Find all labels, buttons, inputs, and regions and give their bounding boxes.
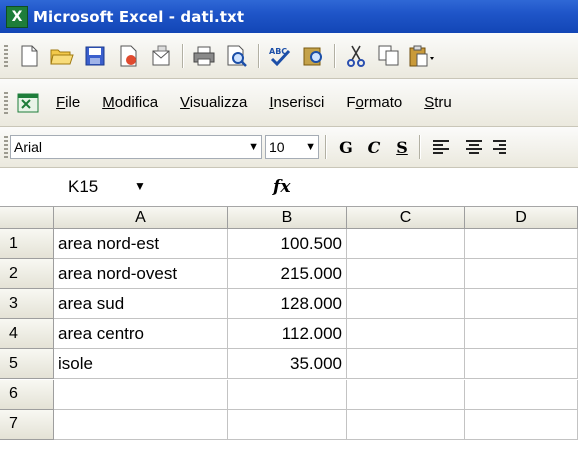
row-header-1[interactable]: 1: [0, 229, 54, 260]
cell-d7[interactable]: [465, 409, 578, 440]
toolbar-grip[interactable]: [4, 91, 8, 114]
menu-visualizza[interactable]: Visualizza: [180, 94, 247, 111]
toolbar-grip[interactable]: [4, 44, 8, 67]
menu-modifica[interactable]: Modifica: [102, 94, 158, 111]
menu-formato[interactable]: Formato: [346, 94, 402, 111]
row-header-7[interactable]: 7: [0, 409, 54, 440]
cell-d1[interactable]: [465, 229, 578, 260]
paste-icon[interactable]: [407, 41, 437, 71]
cell-a4[interactable]: area centro: [54, 319, 228, 350]
cell-d3[interactable]: [465, 289, 578, 320]
name-box[interactable]: K15 ▼: [0, 168, 160, 206]
open-icon[interactable]: [47, 41, 77, 71]
font-name-select[interactable]: Arial ▼: [10, 135, 262, 159]
cut-icon[interactable]: [341, 41, 371, 71]
formula-input[interactable]: [290, 168, 578, 206]
column-header-b[interactable]: B: [228, 207, 347, 229]
research-icon[interactable]: [298, 41, 328, 71]
chevron-down-icon[interactable]: ▼: [305, 141, 316, 153]
toolbar-separator: [258, 43, 259, 68]
font-size-value: 10: [269, 139, 285, 155]
column-header-a[interactable]: A: [54, 207, 228, 229]
toolbar-separator: [419, 135, 420, 159]
copy-icon[interactable]: [374, 41, 404, 71]
formula-bar: K15 ▼ fx: [0, 168, 578, 207]
cell-c6[interactable]: [347, 379, 465, 410]
cell-a6[interactable]: [54, 379, 228, 410]
window-title: Microsoft Excel - dati.txt: [33, 7, 245, 26]
cell-c5[interactable]: [347, 349, 465, 380]
permission-icon[interactable]: [113, 41, 143, 71]
cell-b1[interactable]: 100.500: [228, 229, 347, 260]
formatting-toolbar: Arial ▼ 10 ▼ G C S: [0, 127, 578, 168]
save-icon[interactable]: [80, 41, 110, 71]
toolbar-grip[interactable]: [4, 136, 8, 158]
toolbar-separator: [182, 43, 183, 68]
name-box-value: K15: [68, 177, 99, 196]
align-center-icon[interactable]: [459, 132, 489, 162]
menu-file[interactable]: File: [56, 94, 80, 111]
cell-c3[interactable]: [347, 289, 465, 320]
cell-b4[interactable]: 112.000: [228, 319, 347, 350]
underline-button[interactable]: S: [388, 138, 416, 157]
toolbar-separator: [325, 135, 326, 159]
italic-button[interactable]: C: [360, 138, 388, 157]
cell-a7[interactable]: [54, 409, 228, 440]
chevron-down-icon[interactable]: ▼: [134, 179, 146, 193]
cell-a1[interactable]: area nord-est: [54, 229, 228, 260]
excel-app-icon[interactable]: X: [6, 5, 28, 28]
standard-toolbar: ABC: [0, 33, 578, 79]
cell-d2[interactable]: [465, 259, 578, 290]
workbook-icon[interactable]: [14, 88, 44, 118]
font-size-select[interactable]: 10 ▼: [265, 135, 319, 159]
menu-strumenti[interactable]: Stru: [424, 94, 452, 111]
cell-a5[interactable]: isole: [54, 349, 228, 380]
row-header-4[interactable]: 4: [0, 319, 54, 350]
column-header-c[interactable]: C: [347, 207, 465, 229]
cell-d6[interactable]: [465, 379, 578, 410]
cell-b2[interactable]: 215.000: [228, 259, 347, 290]
cell-a2[interactable]: area nord-ovest: [54, 259, 228, 290]
select-all-corner[interactable]: [0, 207, 54, 229]
align-left-icon[interactable]: [426, 132, 456, 162]
new-icon[interactable]: [14, 41, 44, 71]
cell-c7[interactable]: [347, 409, 465, 440]
row-header-6[interactable]: 6: [0, 379, 54, 410]
cell-b3[interactable]: 128.000: [228, 289, 347, 320]
cell-d5[interactable]: [465, 349, 578, 380]
menu-inserisci[interactable]: Inserisci: [269, 94, 324, 111]
cell-b6[interactable]: [228, 379, 347, 410]
align-right-icon[interactable]: [492, 132, 506, 162]
cell-c1[interactable]: [347, 229, 465, 260]
email-icon[interactable]: [146, 41, 176, 71]
cell-c4[interactable]: [347, 319, 465, 350]
font-name-value: Arial: [14, 139, 43, 155]
print-icon[interactable]: [189, 41, 219, 71]
title-bar: X Microsoft Excel - dati.txt: [0, 0, 578, 33]
cell-b5[interactable]: 35.000: [228, 349, 347, 380]
spelling-icon[interactable]: ABC: [265, 41, 295, 71]
insert-function-icon[interactable]: fx: [273, 177, 290, 197]
chevron-down-icon[interactable]: ▼: [248, 141, 259, 153]
row-header-5[interactable]: 5: [0, 349, 54, 380]
menu-bar: File Modifica Visualizza Inserisci Forma…: [0, 79, 578, 127]
toolbar-separator: [334, 43, 335, 68]
cell-b7[interactable]: [228, 409, 347, 440]
row-header-2[interactable]: 2: [0, 259, 54, 290]
print-preview-icon[interactable]: [222, 41, 252, 71]
cell-a3[interactable]: area sud: [54, 289, 228, 320]
row-header-3[interactable]: 3: [0, 289, 54, 320]
column-header-d[interactable]: D: [465, 207, 578, 229]
cell-c2[interactable]: [347, 259, 465, 290]
cell-d4[interactable]: [465, 319, 578, 350]
bold-button[interactable]: G: [332, 138, 360, 157]
